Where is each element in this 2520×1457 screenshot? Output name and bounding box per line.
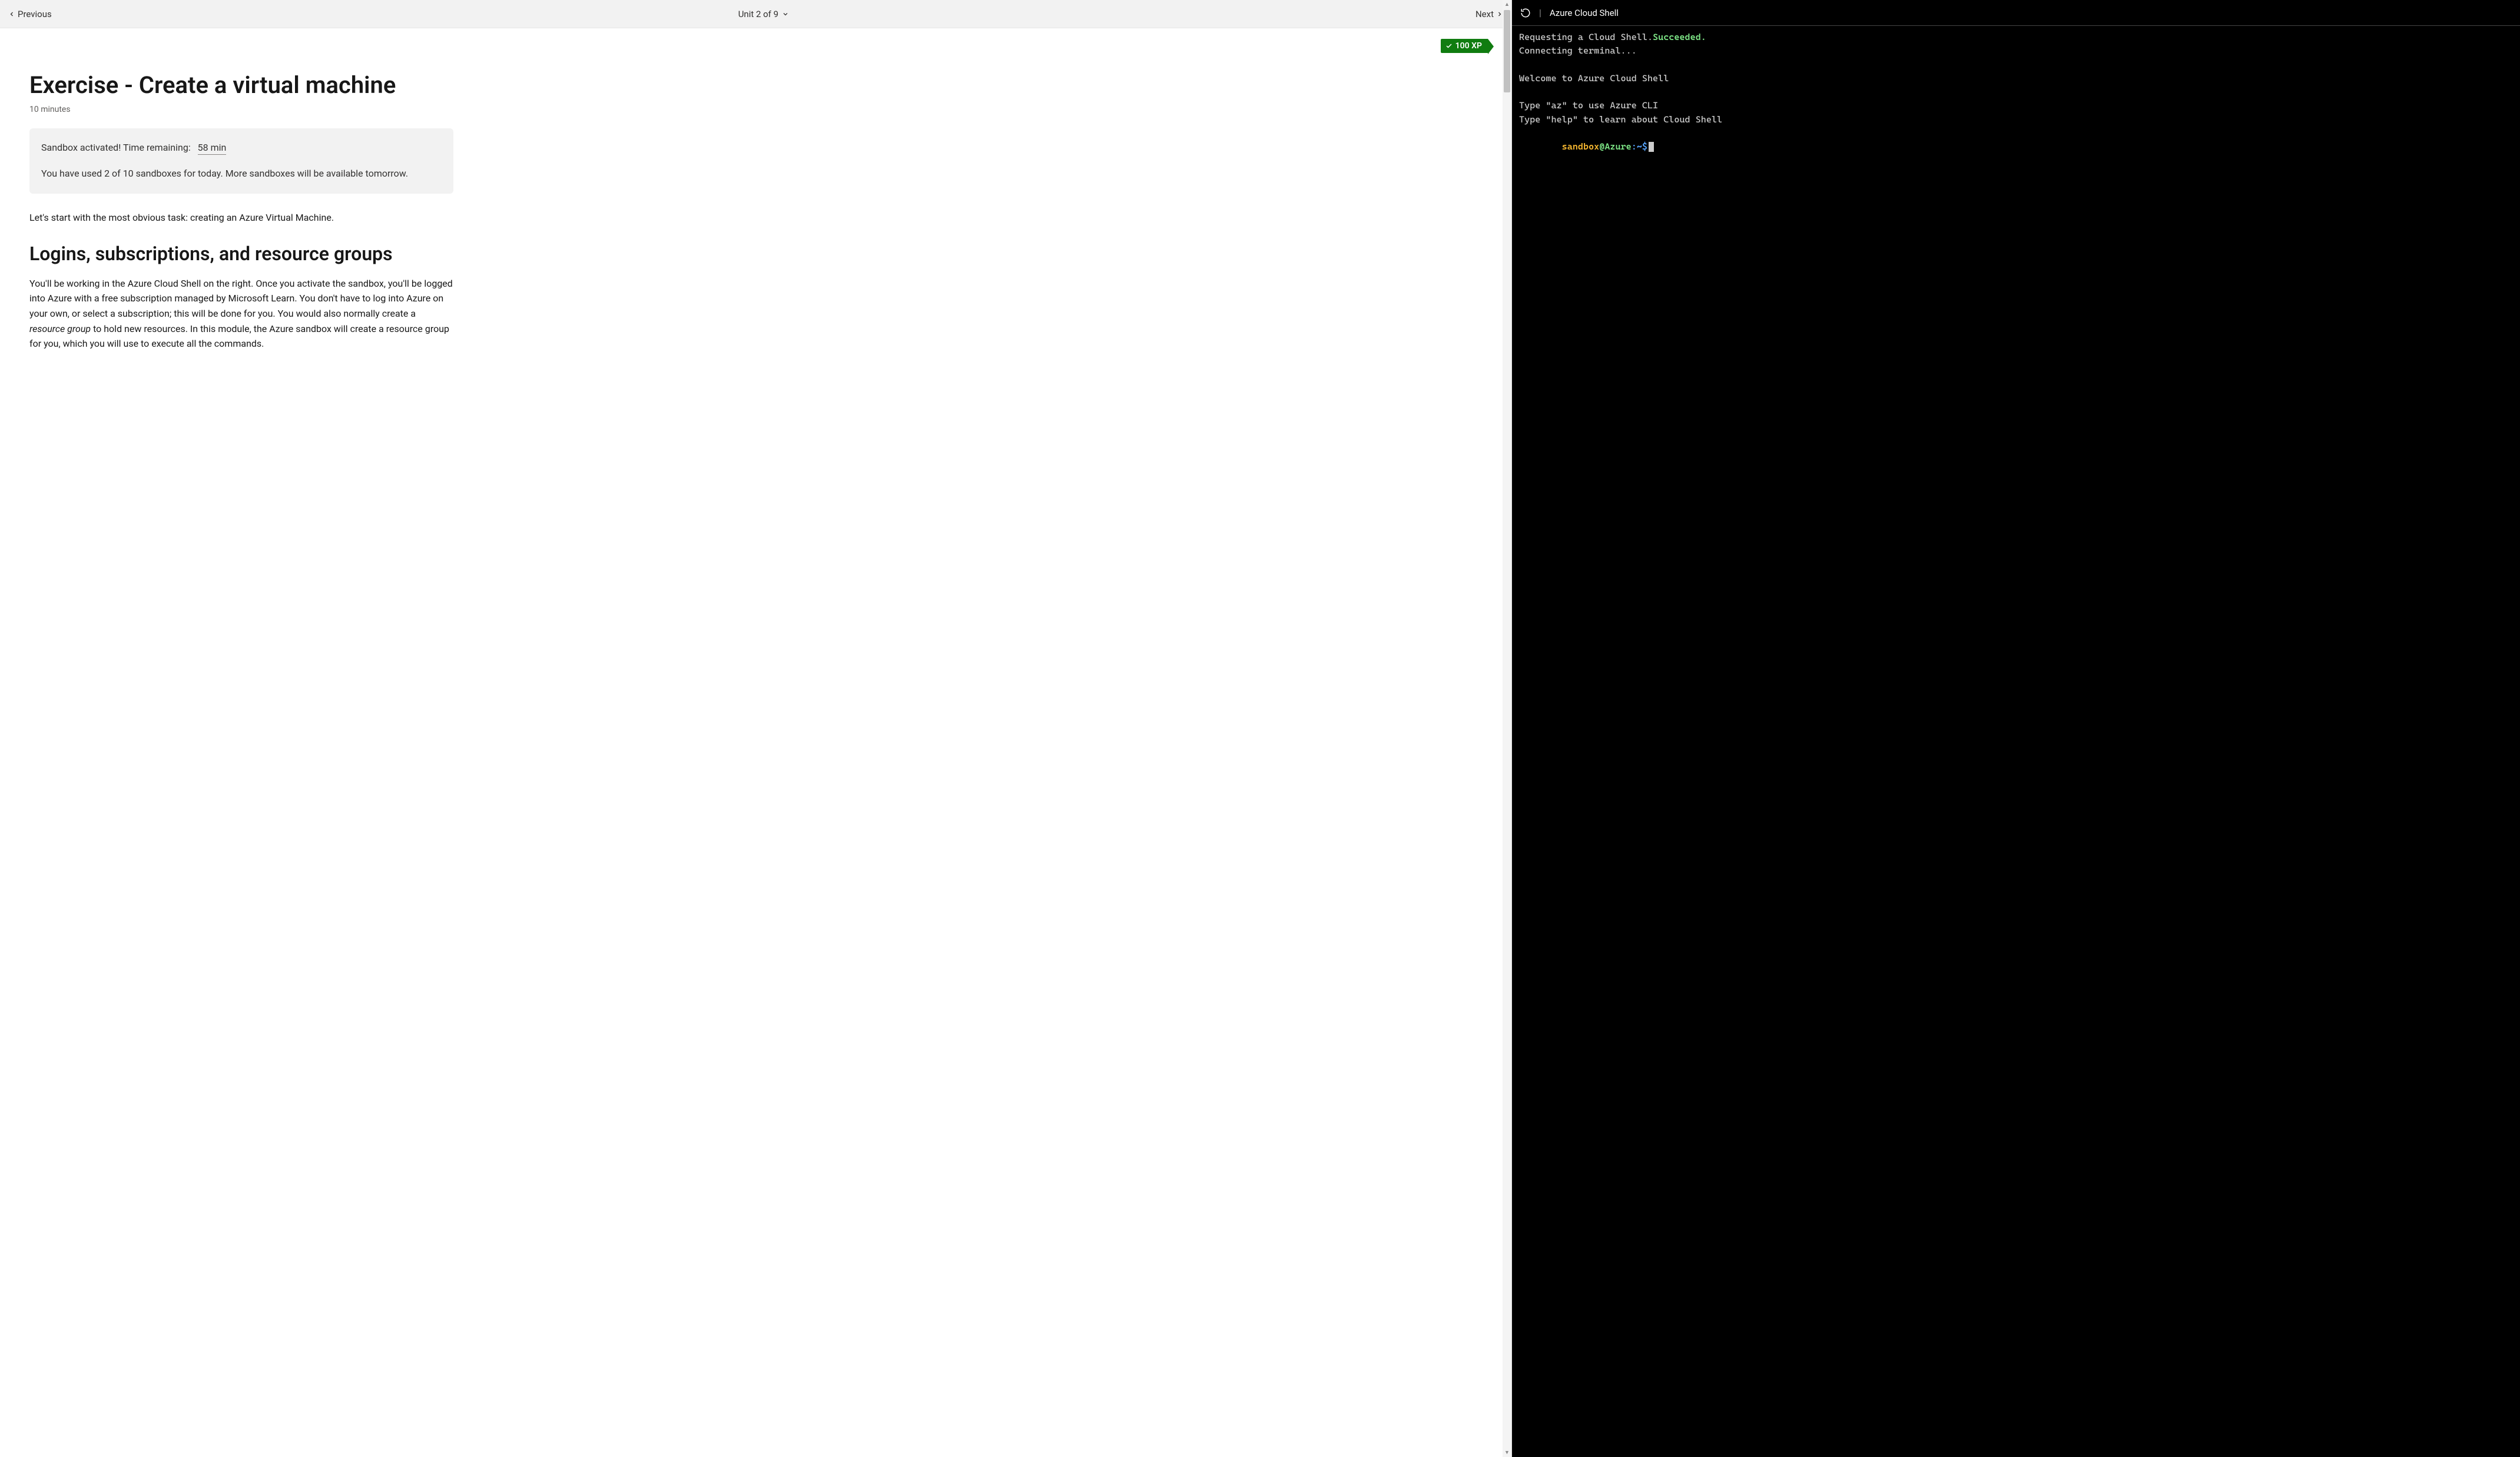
unit-selector[interactable]: Unit 2 of 9 (738, 9, 789, 19)
cloud-shell-pane: | Azure Cloud Shell Requesting a Cloud S… (1512, 0, 2520, 1457)
unit-navigation: Previous Unit 2 of 9 Next (0, 0, 1511, 28)
terminal-cursor (1649, 142, 1654, 152)
terminal-body[interactable]: Requesting a Cloud Shell.Succeeded. Conn… (1512, 26, 2520, 1457)
scrollbar-up-icon[interactable]: ▲ (1503, 0, 1511, 9)
page-title: Exercise - Create a virtual machine (29, 71, 453, 100)
scrollbar[interactable]: ▲ ▼ (1503, 0, 1511, 1457)
prompt-host: @Azure (1599, 141, 1632, 152)
terminal-header: | Azure Cloud Shell (1512, 0, 2520, 26)
next-label: Next (1475, 9, 1494, 19)
section-heading: Logins, subscriptions, and resource grou… (29, 242, 453, 265)
sandbox-usage-text: You have used 2 of 10 sandboxes for toda… (41, 166, 442, 181)
prompt-path: :~$ (1632, 141, 1647, 152)
header-divider: | (1539, 7, 1541, 18)
scrollbar-thumb[interactable] (1504, 10, 1510, 92)
chevron-left-icon (8, 11, 15, 18)
check-icon (1445, 42, 1453, 49)
previous-button[interactable]: Previous (8, 9, 52, 19)
restart-shell-button[interactable] (1520, 8, 1531, 18)
sandbox-timer: 58 min (198, 142, 227, 155)
section-paragraph: You'll be working in the Azure Cloud She… (29, 276, 453, 351)
sandbox-status-box: Sandbox activated! Time remaining: 58 mi… (29, 128, 453, 194)
prompt-sandbox: sandbox (1562, 141, 1600, 152)
xp-badge: 100 XP (1441, 39, 1488, 53)
duration-label: 10 minutes (29, 105, 453, 114)
content-scroll-area[interactable]: 100 XP Exercise - Create a virtual machi… (0, 28, 1511, 1457)
scrollbar-down-icon[interactable]: ▼ (1503, 1448, 1511, 1457)
chevron-down-icon (782, 11, 789, 18)
unit-label: Unit 2 of 9 (738, 9, 778, 19)
next-button[interactable]: Next (1475, 9, 1503, 19)
xp-label: 100 XP (1455, 41, 1482, 51)
sandbox-status-text: Sandbox activated! Time remaining: (41, 142, 191, 153)
restart-icon (1520, 8, 1531, 18)
terminal-title: Azure Cloud Shell (1550, 8, 1619, 18)
previous-label: Previous (18, 9, 52, 19)
intro-paragraph: Let's start with the most obvious task: … (29, 210, 453, 225)
